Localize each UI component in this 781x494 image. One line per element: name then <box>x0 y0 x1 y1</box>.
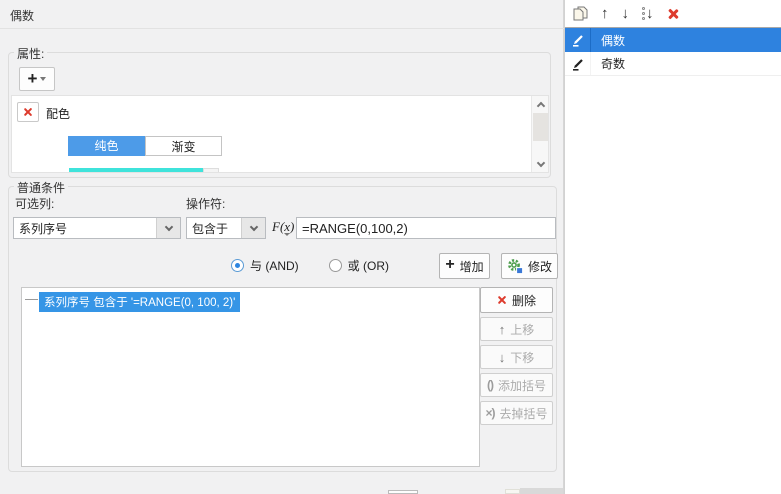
scroll-down-icon[interactable] <box>532 156 548 172</box>
and-radio-label: 与 (AND) <box>250 259 299 273</box>
condition-list[interactable]: 系列序号 包含于 '=RANGE(0, 100, 2)' <box>21 287 480 467</box>
delete-icon <box>23 107 33 117</box>
list-toolbar: ↑ ↓ ↓ <box>565 0 781 28</box>
move-up-label: 上移 <box>510 322 535 337</box>
edit-pencil-icon[interactable] <box>565 28 591 52</box>
list-item-odd[interactable]: 奇数 <box>565 52 781 76</box>
title-divider <box>0 28 564 29</box>
or-radio[interactable] <box>328 259 342 272</box>
scroll-up-icon[interactable] <box>532 96 548 112</box>
attribute-condition-dialog: 偶数 属性: + 配色 纯色 渐变 普通条件 可选列: 系列序号 操作符: 包含… <box>0 0 781 494</box>
column-field-label: 可选列: <box>15 197 55 211</box>
clipped-bottom-button <box>388 490 418 494</box>
and-radio[interactable] <box>231 259 244 272</box>
copy-icon[interactable] <box>573 6 588 21</box>
condition-editor-panel: 偶数 属性: + 配色 纯色 渐变 普通条件 可选列: 系列序号 操作符: 包含… <box>0 0 564 494</box>
color-property-label: 配色 <box>46 107 71 121</box>
add-condition-button[interactable]: + 增加 <box>439 253 490 279</box>
tab-gradient[interactable]: 渐变 <box>145 136 222 156</box>
chevron-down-icon <box>40 77 47 81</box>
column-select-value: 系列序号 <box>19 221 68 236</box>
list-item-even[interactable]: 偶数 <box>565 28 781 52</box>
fx-icon: F(x) <box>272 218 295 234</box>
chevron-down-icon <box>284 232 291 236</box>
color-swatch-edge <box>203 168 219 172</box>
chevron-down-icon <box>156 218 180 238</box>
logic-radio-group: 与 (AND) 或 (OR) <box>231 257 413 274</box>
add-condition-label: 增加 <box>459 259 484 274</box>
properties-group-label: 属性: <box>14 45 48 62</box>
attribute-list-panel: ↑ ↓ ↓ 偶数 奇数 <box>564 0 781 494</box>
arrow-down-icon: ↓ <box>498 349 506 365</box>
move-condition-down-button[interactable]: ↓ 下移 <box>480 345 553 369</box>
remove-bracket-button[interactable]: ×) 去掉括号 <box>480 401 553 425</box>
modify-condition-button[interactable]: 修改 <box>501 253 558 279</box>
move-up-icon[interactable]: ↑ <box>601 6 609 21</box>
color-mode-tabs: 纯色 渐变 <box>68 136 222 156</box>
add-bracket-label: 添加括号 <box>497 378 546 393</box>
dots-icon <box>642 7 645 20</box>
gear-icon <box>508 259 523 274</box>
operator-select[interactable]: 包含于 <box>186 217 266 239</box>
list-item-label: 奇数 <box>601 57 626 71</box>
remove-bracket-label: 去掉括号 <box>499 406 548 421</box>
properties-groupbox: 属性: + 配色 纯色 渐变 <box>8 45 551 178</box>
page-title: 偶数 <box>10 9 35 23</box>
column-select[interactable]: 系列序号 <box>13 217 181 239</box>
common-condition-groupbox: 普通条件 可选列: 系列序号 操作符: 包含于 F(x) 与 (AND) 或 (… <box>8 179 558 472</box>
plus-icon: + <box>27 68 38 88</box>
list-item-label: 偶数 <box>601 33 626 48</box>
formula-editor-button[interactable]: F(x) <box>272 217 294 239</box>
or-radio-label: 或 (OR) <box>347 259 389 273</box>
clipped-bottom-element <box>520 488 563 494</box>
properties-scrollbar[interactable] <box>531 96 548 172</box>
condition-group-label: 普通条件 <box>14 179 69 196</box>
operator-select-value: 包含于 <box>192 221 229 236</box>
remove-color-property-button[interactable] <box>17 102 39 122</box>
arrow-up-icon: ↑ <box>498 321 506 337</box>
formula-input[interactable] <box>296 217 556 239</box>
color-swatch[interactable] <box>69 168 203 172</box>
remove-brackets-icon: ×) <box>485 406 495 420</box>
tab-solid-color[interactable]: 纯色 <box>68 136 145 156</box>
add-bracket-button[interactable]: () 添加括号 <box>480 373 553 397</box>
delete-icon <box>667 8 679 20</box>
scrollbar-thumb[interactable] <box>533 113 548 141</box>
edit-pencil-icon[interactable] <box>565 52 591 75</box>
modify-condition-label: 修改 <box>527 259 552 274</box>
properties-scroll-pane: 配色 纯色 渐变 <box>11 95 549 173</box>
move-down-label: 下移 <box>510 350 535 365</box>
move-to-position-icon[interactable]: ↓ <box>642 6 654 21</box>
delete-condition-label: 删除 <box>511 293 536 308</box>
move-down-icon[interactable]: ↓ <box>622 6 630 21</box>
brackets-icon: () <box>486 378 494 392</box>
chevron-down-icon <box>241 218 265 238</box>
condition-list-item[interactable]: 系列序号 包含于 '=RANGE(0, 100, 2)' <box>39 292 241 312</box>
add-property-button[interactable]: + <box>19 67 55 91</box>
delete-condition-button[interactable]: 删除 <box>480 287 553 313</box>
tree-branch-line <box>25 299 38 300</box>
move-condition-up-button[interactable]: ↑ 上移 <box>480 317 553 341</box>
delete-icon <box>497 295 507 305</box>
operator-field-label: 操作符: <box>186 197 226 211</box>
clipped-bottom-element <box>505 489 520 494</box>
delete-item-icon[interactable] <box>667 8 679 20</box>
plus-icon: + <box>445 256 455 273</box>
